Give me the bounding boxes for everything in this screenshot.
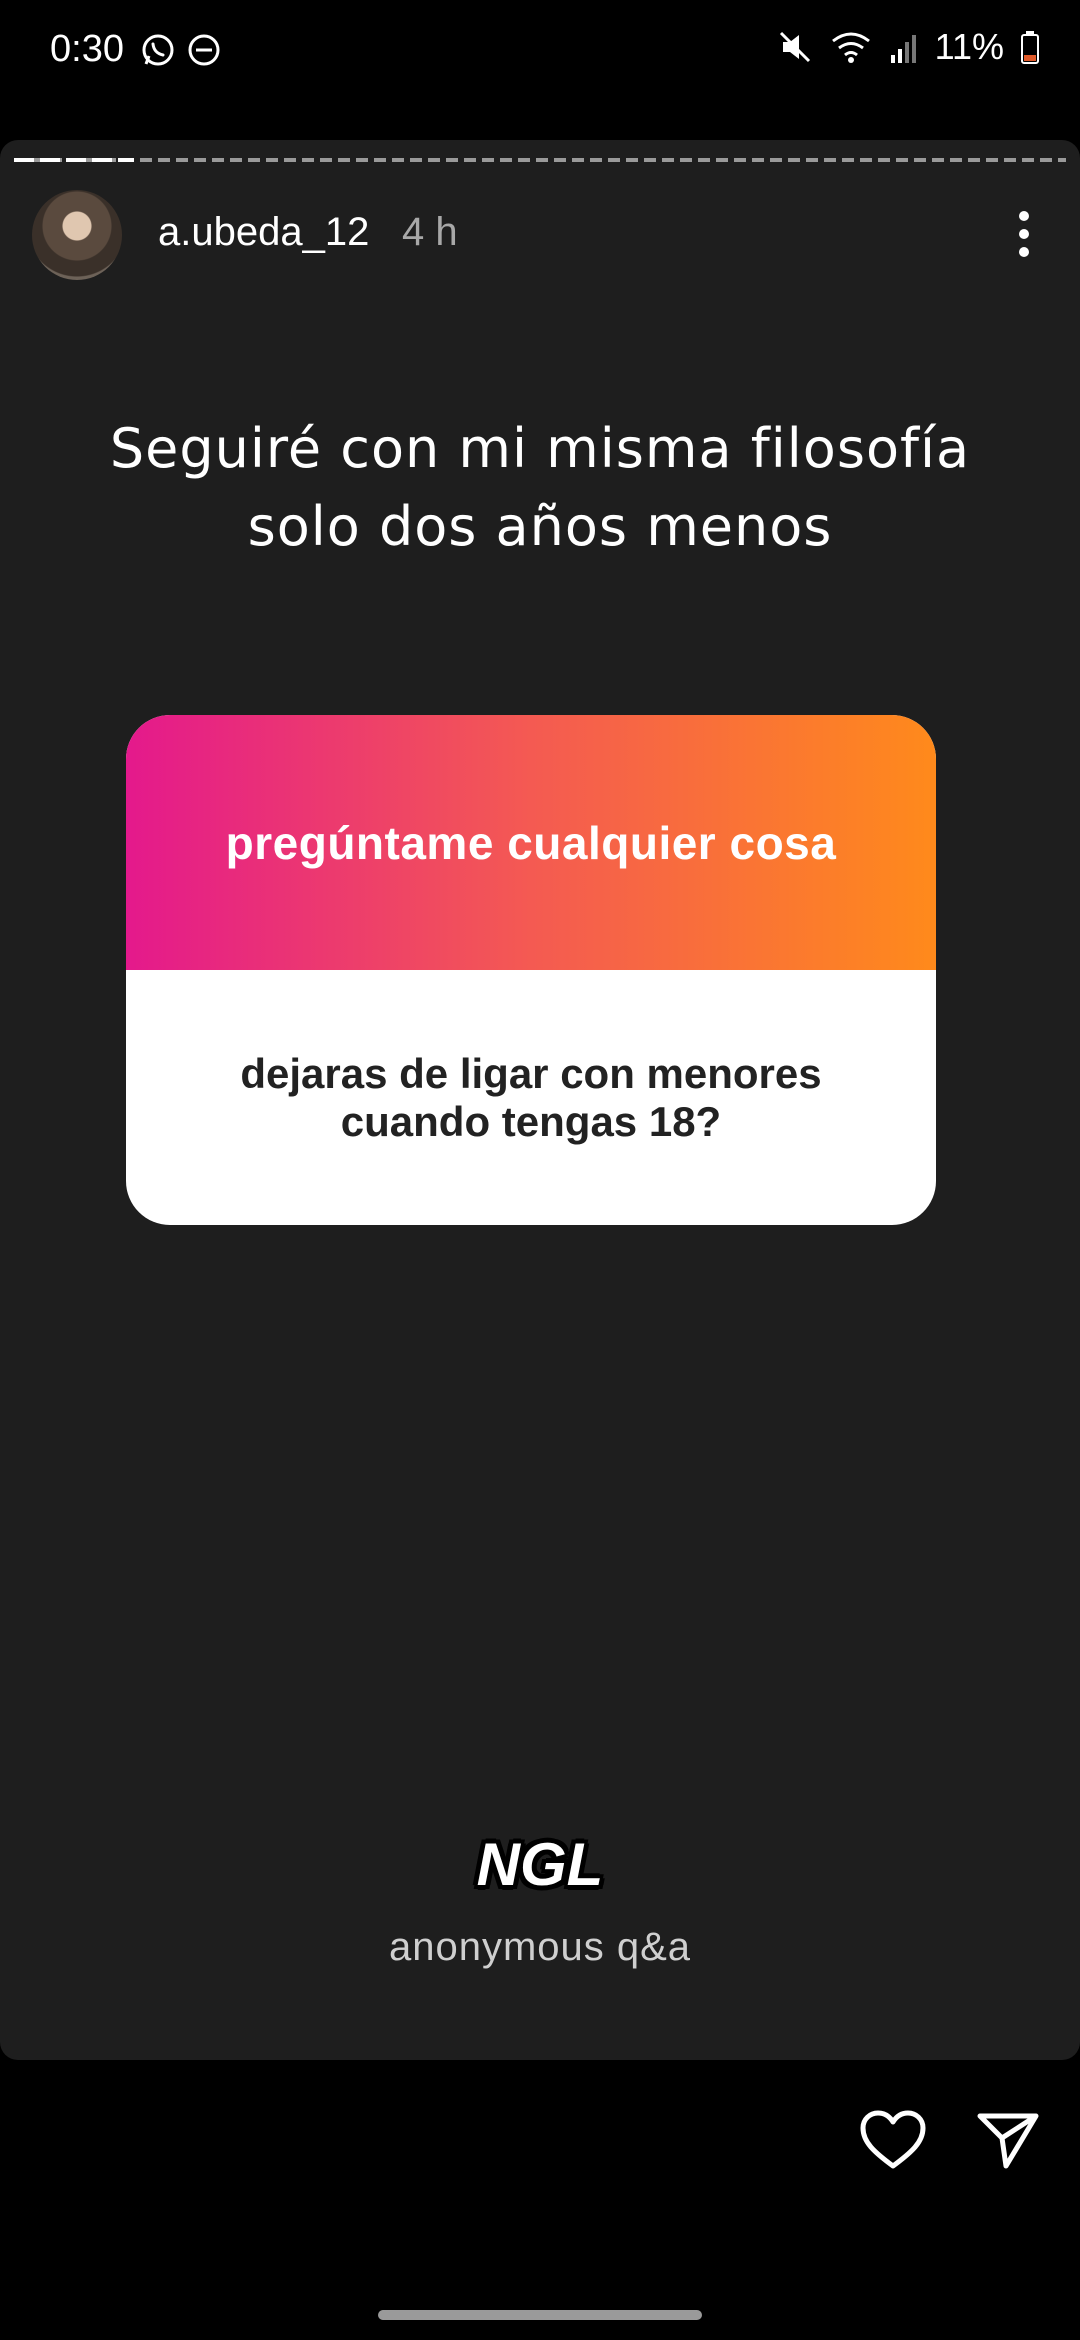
ngl-subtitle: anonymous q&a xyxy=(388,1925,692,1969)
wifi-icon xyxy=(829,29,873,65)
question-card-body: dejaras de ligar con menores cuando teng… xyxy=(126,970,936,1225)
story-viewer[interactable]: a.ubeda_12 4 h Seguiré con mi misma filo… xyxy=(0,140,1080,2060)
caption-line: Seguiré con mi misma filosofía xyxy=(109,417,971,480)
avatar[interactable] xyxy=(32,190,122,280)
story-actions xyxy=(860,2110,1040,2170)
mute-icon xyxy=(777,29,813,65)
status-bar: 0:30 11% xyxy=(0,0,1080,100)
whatsapp-icon xyxy=(140,32,176,68)
status-time: 0:30 xyxy=(50,28,124,70)
home-indicator[interactable] xyxy=(378,2310,702,2320)
question-prompt: pregúntame cualquier cosa xyxy=(225,816,837,869)
username[interactable]: a.ubeda_12 xyxy=(158,210,369,255)
heart-icon[interactable] xyxy=(860,2110,926,2170)
more-options-icon[interactable] xyxy=(1004,204,1044,264)
story-progress-bar xyxy=(14,158,1066,162)
send-icon[interactable] xyxy=(976,2110,1040,2170)
question-card-header: pregúntame cualquier cosa xyxy=(126,715,936,970)
signal-icon xyxy=(889,29,919,65)
question-text: dejaras de ligar con menores cuando teng… xyxy=(240,1049,822,1145)
story-header: a.ubeda_12 4 h xyxy=(32,190,1048,280)
battery-percent: 11% xyxy=(934,26,1004,67)
ngl-logo: NGL xyxy=(476,1831,604,1898)
caption-line: solo dos años menos xyxy=(247,495,833,558)
story-time-ago: 4 h xyxy=(402,210,458,254)
question-card: pregúntame cualquier cosa dejaras de lig… xyxy=(126,715,936,1225)
do-not-disturb-icon xyxy=(186,32,222,68)
story-caption: Seguiré con mi misma filosofía solo dos … xyxy=(40,410,1040,566)
story-progress-segment xyxy=(14,158,134,162)
battery-icon xyxy=(1020,29,1040,65)
